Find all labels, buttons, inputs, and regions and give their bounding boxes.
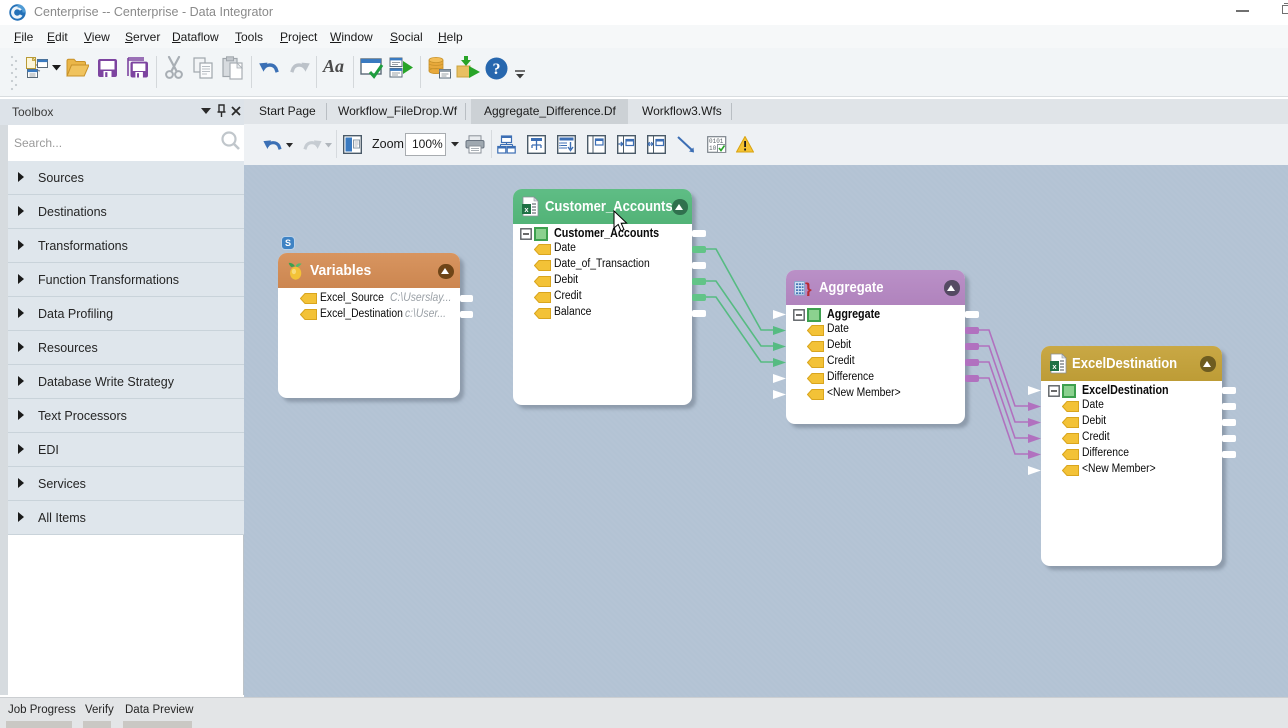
svg-text:}: } — [805, 281, 812, 296]
svg-text:?: ? — [493, 61, 501, 78]
svg-text:0101: 0101 — [709, 138, 724, 145]
svg-text:10: 10 — [709, 145, 717, 152]
